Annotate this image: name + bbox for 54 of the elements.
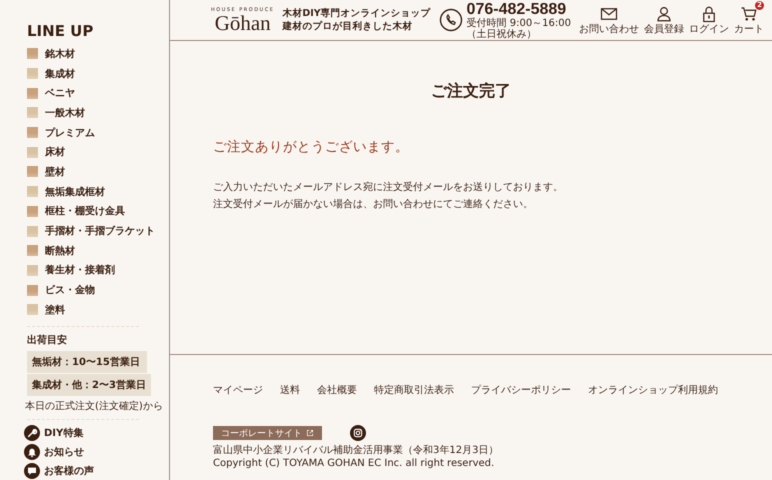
category-link[interactable]: 無垢集成框材	[45, 184, 105, 199]
category-link[interactable]: 断熱材	[45, 244, 75, 258]
shipping-note: 本日の正式注文(注文確定)から	[25, 400, 164, 413]
category-link[interactable]: 手摺材・手摺ブラケット	[45, 224, 155, 238]
category-link[interactable]: ベニヤ	[45, 86, 75, 100]
footer-link[interactable]: 特定商取引法表示	[374, 383, 454, 397]
corporate-site-button[interactable]: コーポレートサイト	[213, 426, 322, 440]
category-link[interactable]: ビス・金物	[45, 283, 95, 298]
category-link[interactable]: 壁材	[45, 164, 65, 179]
shipping-info: 集成材・他：2〜3営業日	[27, 374, 151, 396]
nav-link[interactable]: ログイン	[689, 24, 729, 35]
subsidy-note: 富山県中小企業リバイバル補助金活用事業（令和3年12月3日）	[213, 445, 500, 457]
category-link[interactable]: 一般木材	[45, 106, 85, 120]
category-link[interactable]: 床材	[45, 145, 65, 160]
instagram-icon[interactable]	[350, 425, 366, 441]
footer-link[interactable]: プライバシーポリシー	[471, 383, 571, 397]
business-hours: （土日祝休み）	[466, 28, 538, 40]
sidebar-link[interactable]: お知らせ	[44, 444, 84, 459]
sidebar-link[interactable]: DIY特集	[44, 426, 84, 440]
external-link-icon	[306, 429, 314, 437]
category-link[interactable]: 框柱・棚受け金具	[45, 204, 125, 218]
category-link[interactable]: 塗料	[45, 302, 65, 317]
nav-link[interactable]: カート	[734, 24, 764, 35]
copyright: Copyright (C) TOYAMA GOHAN EC Inc. all right reserved.	[213, 458, 496, 470]
category-link[interactable]: 養生材・接着剤	[45, 263, 115, 278]
body-text: ご入力いただいたメールアドレス宛に注文受付メールをお送りしております。	[213, 182, 564, 194]
page-title: ご注文完了	[430, 80, 512, 102]
footer-link[interactable]: 会社概要	[317, 383, 357, 397]
sidebar-heading: LINE UP	[27, 22, 94, 40]
footer-link[interactable]: 送料	[280, 383, 300, 397]
lock-icon[interactable]	[700, 5, 718, 23]
logo[interactable]: Gōhan	[214, 13, 271, 33]
section-heading: 出荷目安	[27, 333, 68, 347]
nav-link[interactable]: お問い合わせ	[579, 24, 639, 35]
body-text: 注文受付メールが届かない場合は、お問い合わせにてご連絡ください。	[213, 199, 534, 211]
shop-tagline: 木材DIY専門オンラインショップ	[282, 7, 431, 20]
mail-icon[interactable]	[600, 5, 618, 23]
phone-number: 076-482-5889	[466, 0, 568, 18]
shipping-info: 無垢材：10〜15営業日	[27, 350, 147, 373]
footer-link[interactable]: オンラインショップ利用規約	[588, 383, 718, 397]
category-link[interactable]: 銘木材	[45, 46, 75, 61]
footer-link[interactable]: マイページ	[213, 383, 263, 397]
category-link[interactable]: プレミアム	[45, 126, 95, 140]
sidebar-link[interactable]: お客様の声	[44, 464, 94, 478]
business-hours: 受付時間 9:00～16:00	[466, 18, 571, 28]
user-icon[interactable]	[655, 5, 673, 23]
shop-tagline: 建材のプロが目利きした木材	[282, 20, 414, 33]
category-link[interactable]: 集成材	[45, 66, 75, 81]
bell-icon	[24, 444, 40, 460]
speech-bubble-icon	[24, 462, 40, 479]
cart-icon[interactable]	[740, 5, 758, 23]
nav-link[interactable]: 会員登録	[644, 24, 684, 35]
phone-icon	[438, 8, 463, 32]
thank-you-message: ご注文ありがとうございます。	[213, 138, 410, 156]
